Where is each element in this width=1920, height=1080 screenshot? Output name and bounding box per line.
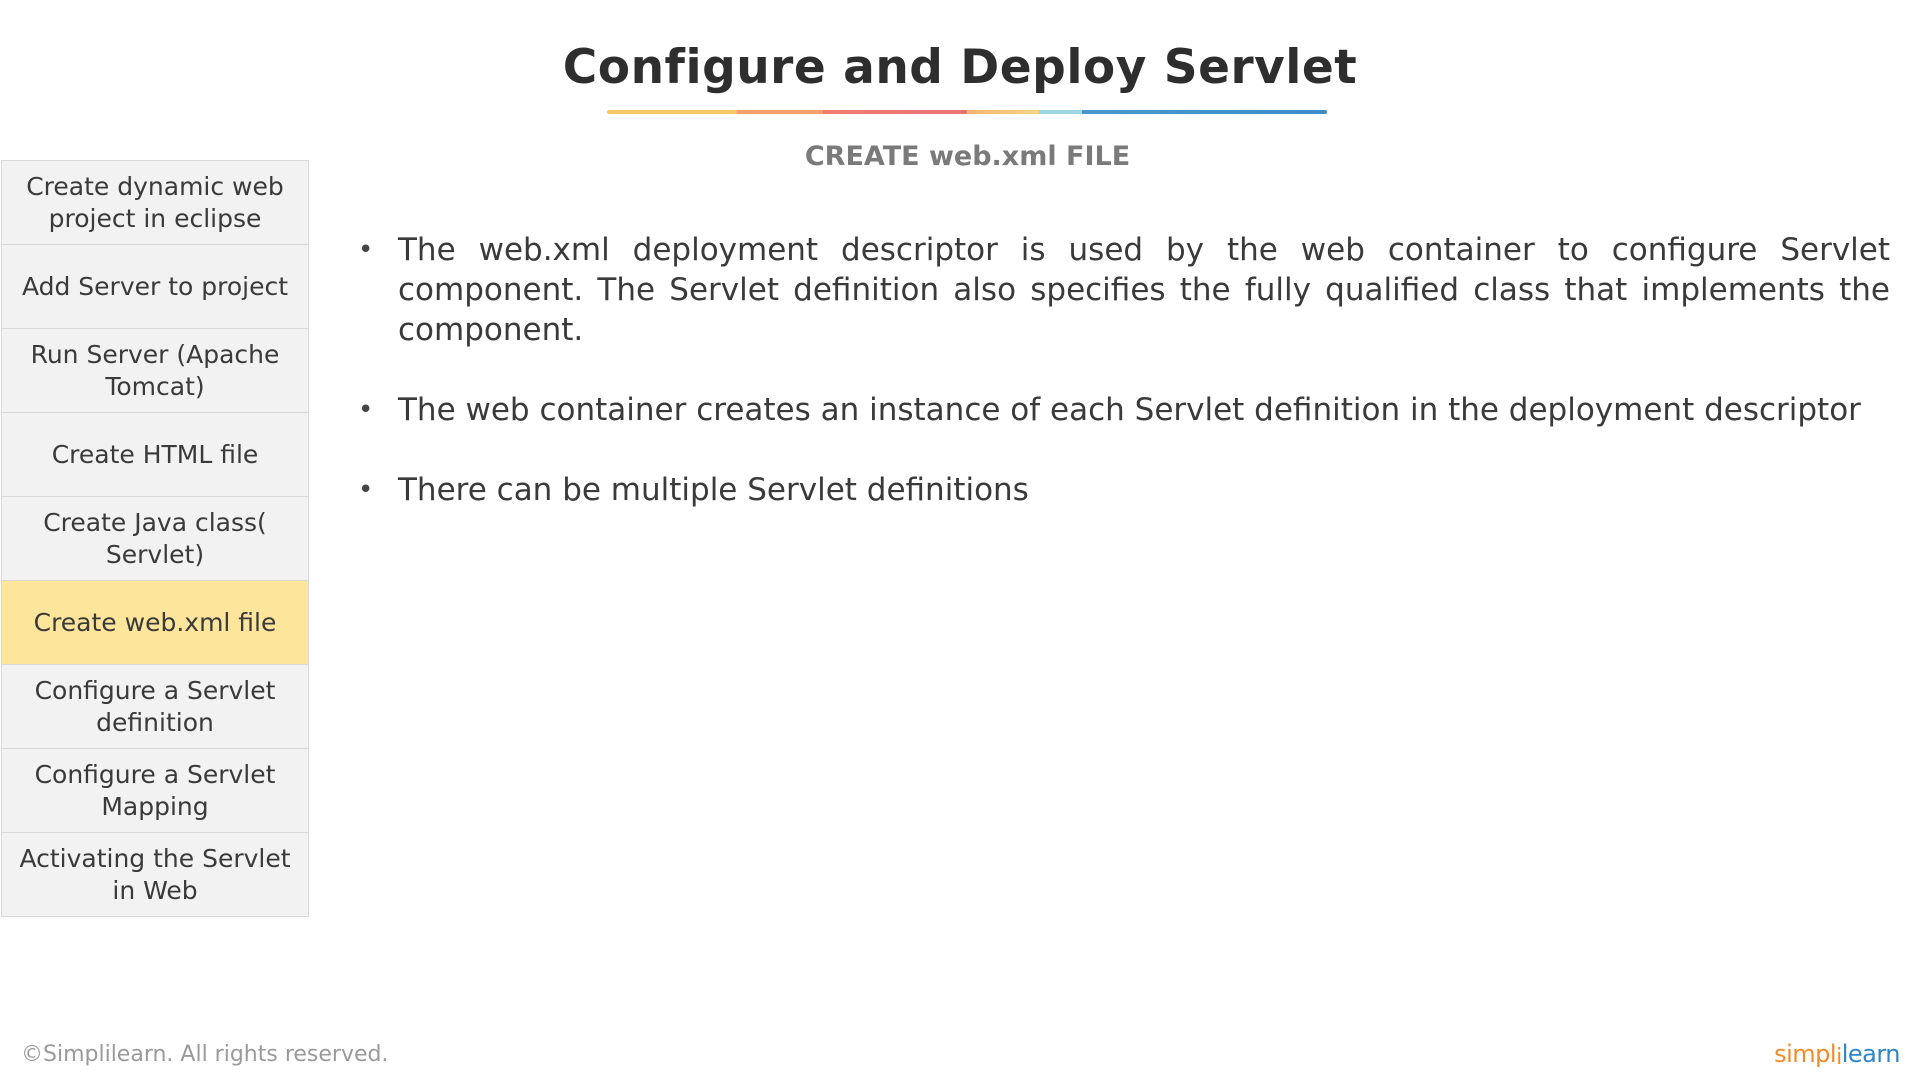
bullet-item: • The web container creates an instance … [350, 390, 1890, 430]
sidebar-item-add-server[interactable]: Add Server to project [2, 245, 308, 329]
sidebar-item-activating-servlet[interactable]: Activating the Servlet in Web [2, 833, 308, 917]
sidebar-item-run-server[interactable]: Run Server (Apache Tomcat) [2, 329, 308, 413]
logo-text-part-b: learn [1841, 1040, 1901, 1068]
bullet-text: The web container creates an instance of… [398, 392, 1861, 428]
bullet-item: • The web.xml deployment descriptor is u… [350, 230, 1890, 350]
title-wrap: Configure and Deploy Servlet [0, 40, 1920, 103]
logo-separator: i [1836, 1045, 1842, 1070]
sidebar-item-create-dynamic-web-project[interactable]: Create dynamic web project in eclipse [2, 161, 308, 245]
sidebar-item-configure-servlet-mapping[interactable]: Configure a Servlet Mapping [2, 749, 308, 833]
title-underline [607, 110, 1327, 114]
slide: Configure and Deploy Servlet CREATE web.… [0, 0, 1920, 1080]
sidebar-item-create-web-xml[interactable]: Create web.xml file [2, 581, 308, 665]
logo-text-part-a: simpl [1774, 1040, 1837, 1068]
sidebar-item-create-java-class[interactable]: Create Java class( Servlet) [2, 497, 308, 581]
footer-copyright: ©Simplilearn. All rights reserved. [21, 1042, 389, 1067]
sidebar: Create dynamic web project in eclipse Ad… [1, 160, 309, 917]
bullet-icon: • [358, 475, 374, 505]
bullet-icon: • [358, 395, 374, 425]
content-area: • The web.xml deployment descriptor is u… [350, 230, 1890, 550]
slide-title: Configure and Deploy Servlet [562, 40, 1358, 95]
sidebar-item-configure-servlet-definition[interactable]: Configure a Servlet definition [2, 665, 308, 749]
bullet-text: There can be multiple Servlet definition… [398, 472, 1029, 508]
sidebar-item-create-html-file[interactable]: Create HTML file [2, 413, 308, 497]
bullet-text: The web.xml deployment descriptor is use… [398, 232, 1890, 348]
bullet-icon: • [358, 235, 374, 265]
bullet-item: • There can be multiple Servlet definiti… [350, 470, 1890, 510]
simplilearn-logo: simplilearn [1774, 1040, 1901, 1070]
